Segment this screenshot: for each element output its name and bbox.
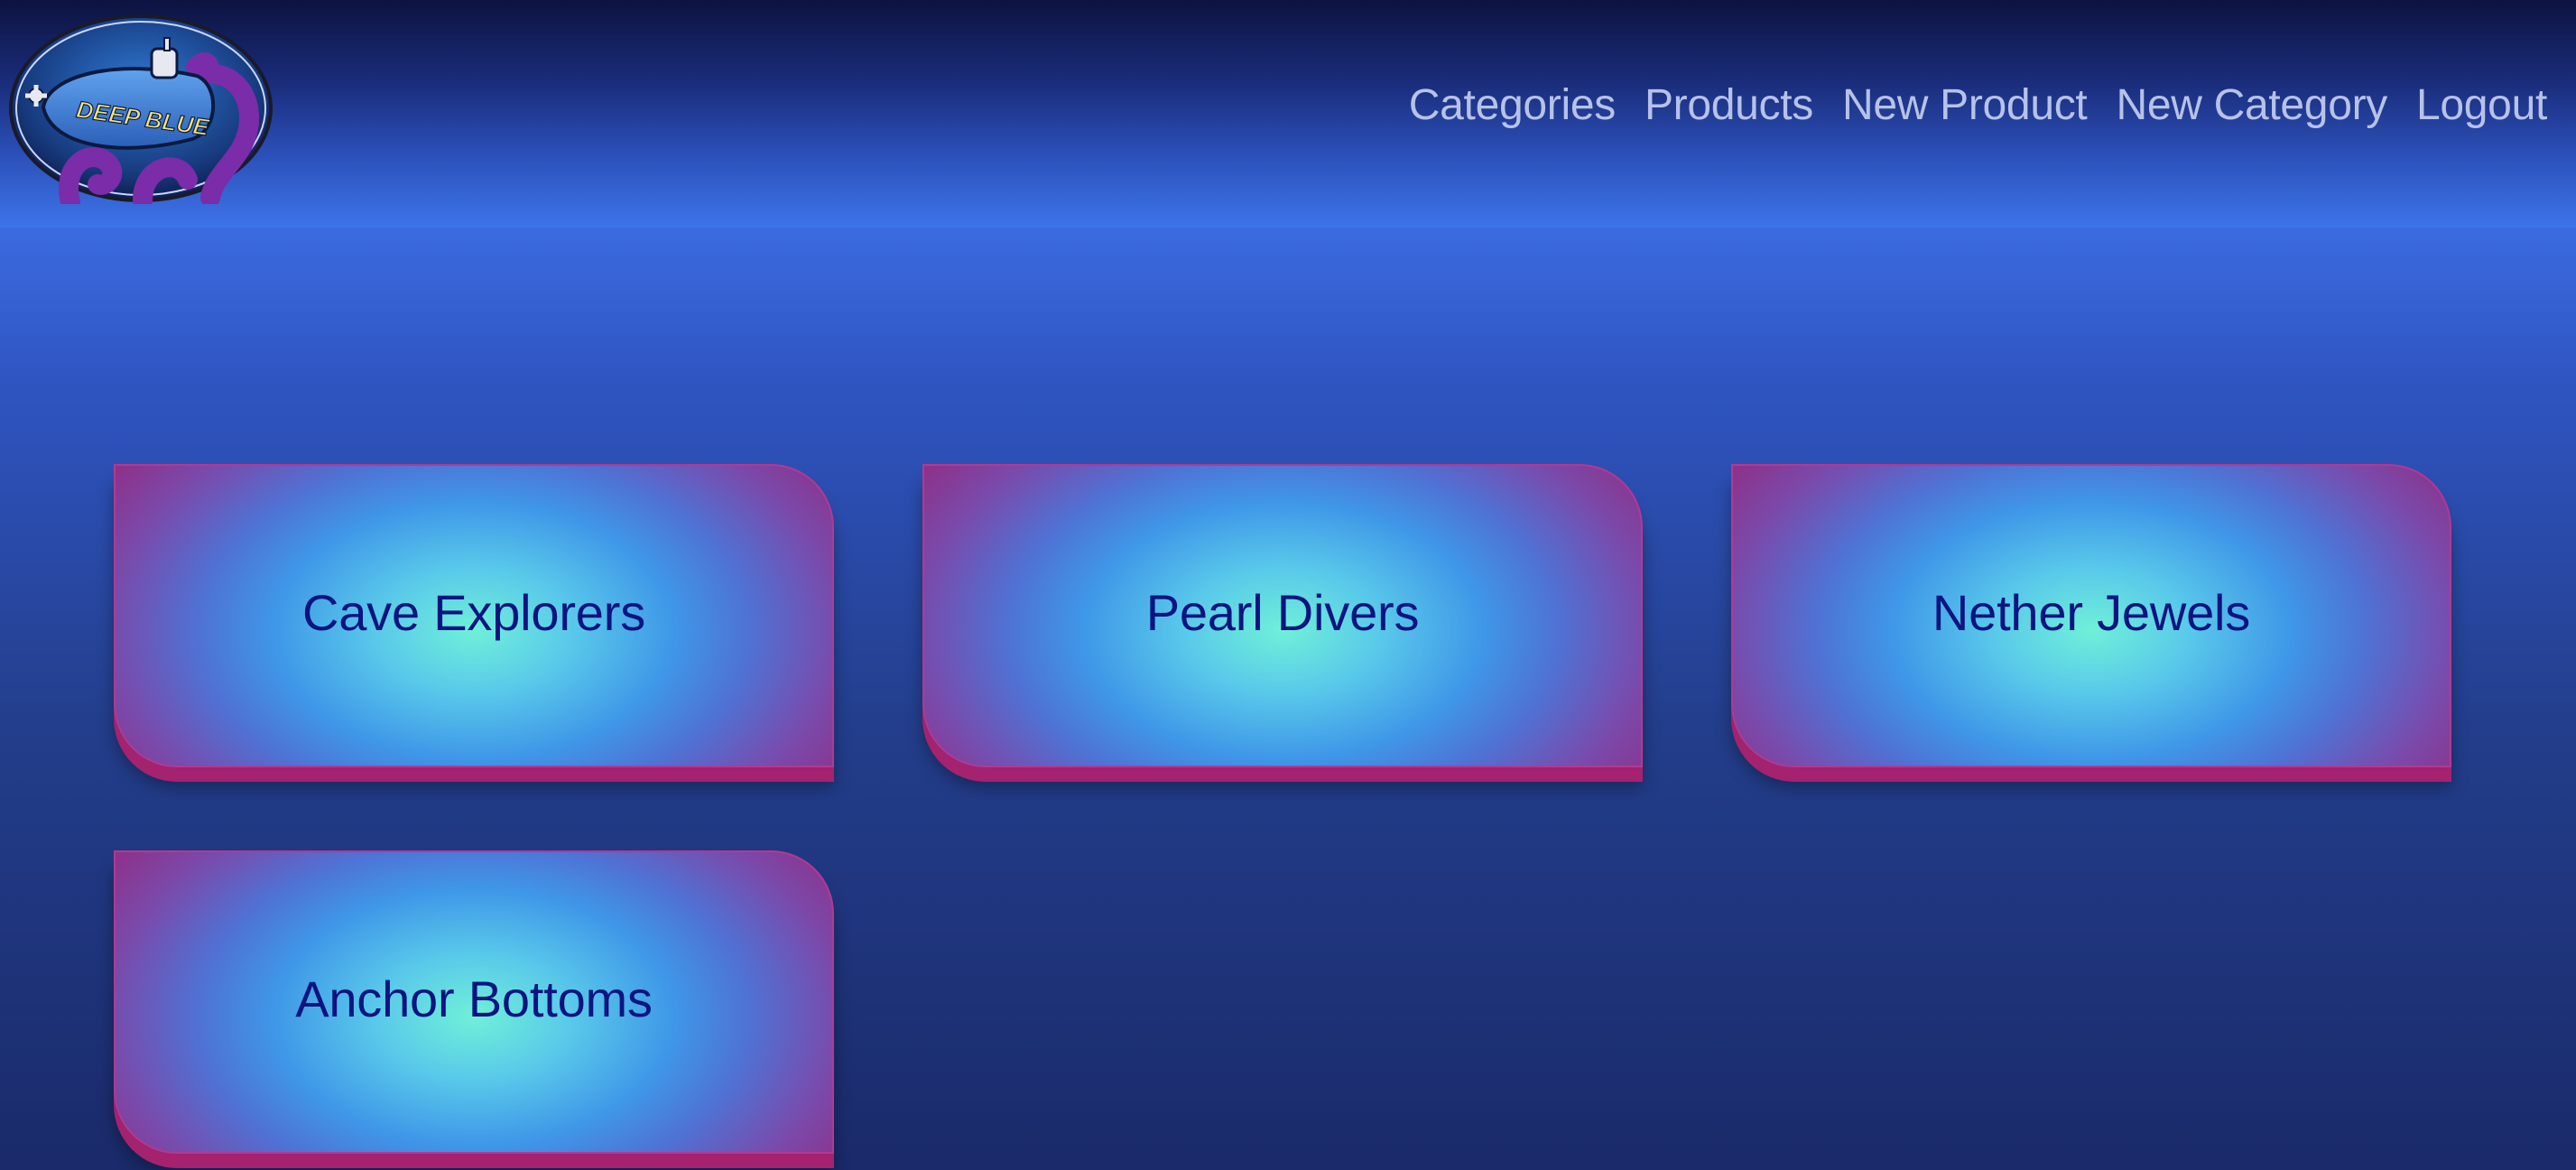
deep-blue-logo: DEEP BLUE <box>9 14 273 204</box>
navbar: DEEP BLUE Categories Products New Produc… <box>0 0 2576 228</box>
category-card-anchor-bottoms[interactable]: Anchor Bottoms <box>114 850 834 1154</box>
nav-categories-link[interactable]: Categories <box>1409 80 1616 130</box>
main-nav: Categories Products New Product New Cate… <box>1409 72 2548 137</box>
category-card-title: Anchor Bottoms <box>295 970 653 1027</box>
nav-logout-link[interactable]: Logout <box>2416 80 2547 130</box>
nav-products-link[interactable]: Products <box>1645 80 1813 130</box>
category-grid: Cave Explorers Pearl Divers Nether Jewel… <box>114 464 2451 1154</box>
nav-new-product-link[interactable]: New Product <box>1842 80 2088 130</box>
category-card-nether-jewels[interactable]: Nether Jewels <box>1731 464 2451 767</box>
category-card-title: Pearl Divers <box>1145 583 1420 641</box>
category-card-pearl-divers[interactable]: Pearl Divers <box>922 464 1643 767</box>
nav-new-category-link[interactable]: New Category <box>2116 80 2387 130</box>
category-card-title: Cave Explorers <box>301 583 645 641</box>
category-card-title: Nether Jewels <box>1932 583 2251 641</box>
category-card-cave-explorers[interactable]: Cave Explorers <box>114 464 834 767</box>
